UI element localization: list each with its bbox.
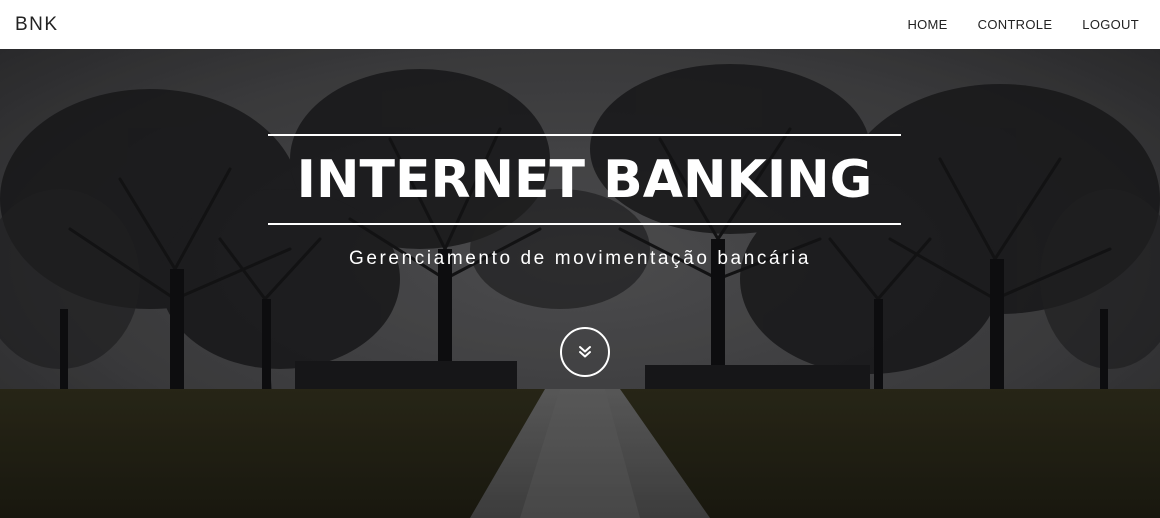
nav-link-controle[interactable]: CONTROLE (978, 17, 1053, 32)
brand-logo[interactable]: BNK (15, 14, 59, 36)
nav-link-logout[interactable]: LOGOUT (1082, 17, 1139, 32)
hero-subtitle: Gerenciamento de movimentação bancária (348, 248, 812, 269)
hero-intro: INTERNET BANKING Gerenciamento de movime… (0, 49, 1160, 518)
double-chevron-down-icon (579, 346, 591, 358)
title-frame: INTERNET BANKING (268, 134, 901, 225)
nav-links: HOME CONTROLE LOGOUT (877, 0, 1145, 49)
hero-section: INTERNET BANKING Gerenciamento de movime… (0, 49, 1160, 518)
hero-title: INTERNET BANKING (296, 149, 873, 210)
nav-link-home[interactable]: HOME (907, 17, 947, 32)
scroll-down-button[interactable] (560, 327, 610, 377)
navbar: BNK HOME CONTROLE LOGOUT (0, 0, 1160, 49)
